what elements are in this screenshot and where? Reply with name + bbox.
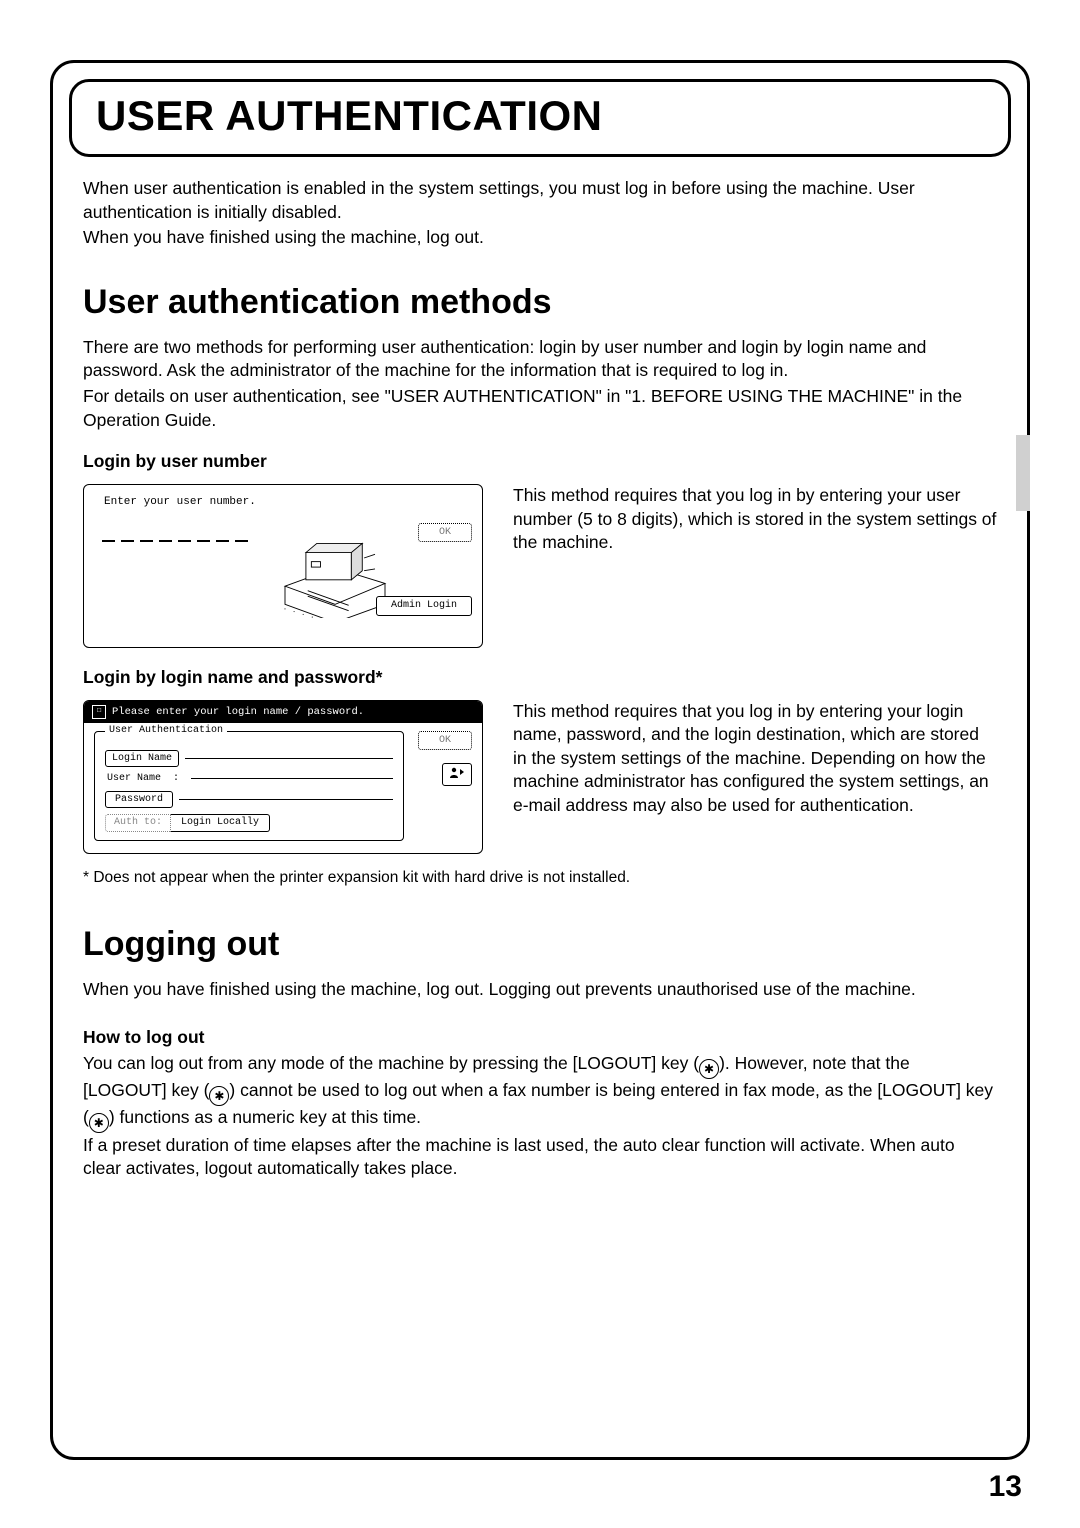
logout-key-icon: ✱ [89,1113,109,1133]
login-name-field[interactable]: Login Name [105,750,179,768]
footnote: * Does not appear when the printer expan… [83,868,997,889]
howto-heading: How to log out [83,1026,997,1050]
intro-paragraph-1: When user authentication is enabled in t… [83,177,997,224]
logout-body: How to log out You can log out from any … [83,1026,997,1181]
auth-to-label: Auth to: [105,814,171,832]
logout-intro: When you have finished using the machine… [83,978,997,1002]
figure-login-name-panel: ☐ Please enter your login name / passwor… [83,700,483,854]
method2-row: ☐ Please enter your login name / passwor… [83,700,997,854]
page-title-box: USER AUTHENTICATION [69,79,1011,157]
auth-methods-desc-1: There are two methods for performing use… [83,336,997,383]
user-auth-groupbox: User Authentication Login Name User Name… [94,731,404,841]
login-dialog-icon: ☐ [92,705,106,719]
page-title: USER AUTHENTICATION [96,92,984,140]
section-auth-methods-title: User authentication methods [83,280,997,326]
method2-explain: This method requires that you log in by … [513,700,997,818]
page-number: 13 [989,1470,1022,1504]
printer-illustration-icon [280,518,390,618]
content-area: When user authentication is enabled in t… [53,177,1027,1181]
fig2-ok-button[interactable]: OK [418,731,472,751]
auth-methods-desc-2: For details on user authentication, see … [83,385,997,432]
figure-user-number-panel: Enter your user number. [83,484,483,648]
login-name-line [185,758,393,759]
page-frame: USER AUTHENTICATION When user authentica… [50,60,1030,1460]
method1-heading: Login by user number [83,450,997,474]
section-tab [1016,435,1030,511]
fig1-prompt: Enter your user number. [104,495,470,510]
logout-key-icon: ✱ [699,1059,719,1079]
user-name-line [191,778,393,779]
auth-to-row[interactable]: Auth to: Login Locally [105,814,393,832]
auth-to-value: Login Locally [171,814,270,832]
user-name-label: User Name : [105,771,185,787]
fig1-ok-button[interactable]: OK [418,523,472,543]
howto-paragraph-2: If a preset duration of time elapses aft… [83,1134,997,1181]
section-logout-title: Logging out [83,922,997,968]
method1-row: Enter your user number. [83,484,997,648]
method2-heading: Login by login name and password* [83,666,997,690]
fig2-header: ☐ Please enter your login name / passwor… [84,701,482,723]
user-number-placeholders [102,540,248,618]
logout-key-icon: ✱ [209,1086,229,1106]
groupbox-legend: User Authentication [105,724,227,738]
howto-paragraph-1: You can log out from any mode of the mac… [83,1052,997,1133]
fig1-admin-login-button[interactable]: Admin Login [376,596,472,616]
password-field[interactable]: Password [105,791,173,809]
intro-paragraph-2: When you have finished using the machine… [83,226,997,250]
fig2-header-text: Please enter your login name / password. [112,705,364,719]
user-select-icon[interactable] [442,763,472,786]
method1-explain: This method requires that you log in by … [513,484,997,555]
password-line [179,799,393,800]
